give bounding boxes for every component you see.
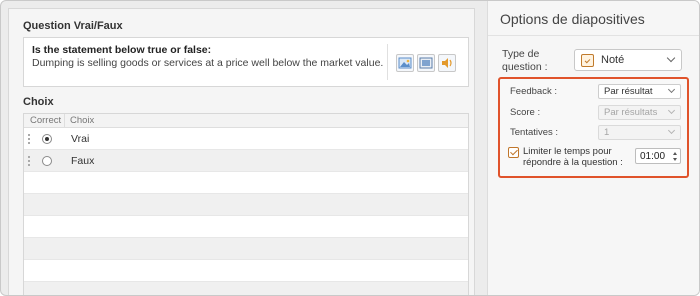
chevron-down-icon <box>667 106 676 115</box>
attempts-value: 1 <box>604 127 610 138</box>
choice-label[interactable]: Faux <box>71 155 94 167</box>
insert-video-button[interactable] <box>417 54 435 72</box>
graded-question-icon <box>581 54 594 67</box>
title-divider <box>488 35 699 36</box>
time-limit-value[interactable]: 01:00 <box>640 151 665 162</box>
window: Question Vrai/Faux Is the statement belo… <box>0 0 700 296</box>
choice-label[interactable]: Vrai <box>71 133 89 145</box>
question-type-value: Noté <box>601 54 625 66</box>
question-section-title: Question Vrai/Faux <box>23 20 123 32</box>
question-bold-text: Is the statement below true or false: <box>32 44 212 56</box>
correct-radio[interactable] <box>42 156 52 166</box>
video-icon <box>419 57 433 69</box>
drag-handle-icon[interactable] <box>28 156 30 166</box>
highlighted-options-group: Feedback : Par résultat Score : Par résu… <box>498 77 689 178</box>
chevron-down-icon <box>666 53 676 63</box>
question-editor-panel: Question Vrai/Faux Is the statement belo… <box>8 8 475 295</box>
stepper-up-icon[interactable] <box>673 152 677 155</box>
question-text-box[interactable]: Is the statement below true or false: Du… <box>23 37 469 87</box>
attempts-select: 1 <box>598 125 681 140</box>
column-header-correct: Correct <box>30 115 62 126</box>
empty-row <box>24 172 468 194</box>
empty-row <box>24 216 468 238</box>
audio-icon <box>442 58 452 68</box>
limit-time-checkbox[interactable] <box>508 147 519 158</box>
slide-options-panel: Options de diapositives Type de question… <box>487 1 699 295</box>
attempts-label: Tentatives : <box>510 127 559 138</box>
feedback-value: Par résultat <box>604 86 653 97</box>
question-type-select[interactable]: Noté <box>574 49 682 71</box>
correct-radio[interactable] <box>42 134 52 144</box>
choices-table-header: Correct Choix <box>24 114 468 128</box>
drag-handle-icon[interactable] <box>28 134 30 144</box>
feedback-select[interactable]: Par résultat <box>598 84 681 99</box>
image-icon <box>398 57 412 69</box>
insert-image-button[interactable] <box>396 54 414 72</box>
choices-section-title: Choix <box>23 96 54 108</box>
empty-row <box>24 282 468 295</box>
time-limit-stepper[interactable]: 01:00 <box>635 148 681 164</box>
stepper-down-icon[interactable] <box>673 158 677 161</box>
score-value: Par résultats <box>604 107 658 118</box>
chevron-down-icon <box>667 126 676 135</box>
insert-audio-button[interactable] <box>438 54 456 72</box>
feedback-label: Feedback : <box>510 86 557 97</box>
empty-row <box>24 194 468 216</box>
question-type-label: Type de question : <box>502 48 548 73</box>
column-divider <box>64 114 65 128</box>
empty-row <box>24 238 468 260</box>
empty-row <box>24 260 468 282</box>
question-text: Dumping is selling goods or services at … <box>32 57 384 69</box>
panel-title: Options de diapositives <box>500 11 645 27</box>
column-header-choice: Choix <box>70 115 95 126</box>
chevron-down-icon <box>667 85 676 94</box>
table-row[interactable]: Vrai <box>24 128 468 150</box>
score-label: Score : <box>510 107 541 118</box>
media-divider <box>387 44 388 80</box>
score-select: Par résultats <box>598 105 681 120</box>
choices-table: Correct Choix Vrai Faux <box>23 113 469 295</box>
table-row[interactable]: Faux <box>24 150 468 172</box>
limit-time-label[interactable]: Limiter le temps pour répondre à la ques… <box>523 146 633 168</box>
